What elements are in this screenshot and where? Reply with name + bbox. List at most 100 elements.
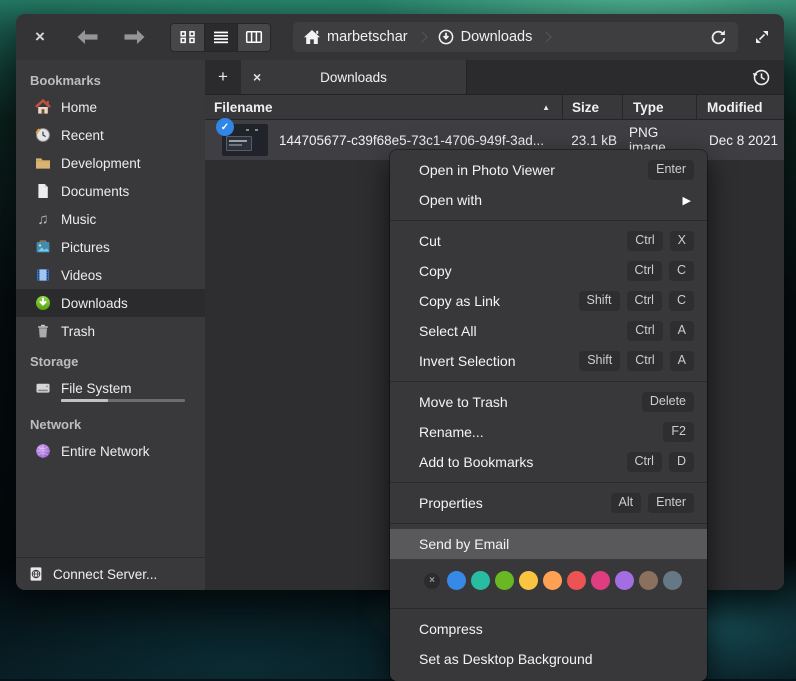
list-header: Filename ▲ Size Type Modified — [205, 95, 784, 120]
color-label-row: × — [390, 559, 707, 603]
sidebar-item-development[interactable]: Development — [16, 149, 205, 177]
network-globe-icon — [35, 443, 51, 459]
sidebar-item-videos[interactable]: Videos — [16, 261, 205, 289]
shortcut-keycap: D — [669, 452, 694, 472]
color-dot-grape[interactable] — [615, 571, 634, 590]
menu-item-open-with[interactable]: Open with ▶ — [390, 185, 707, 215]
view-switcher — [170, 23, 271, 52]
tab-label: Downloads — [269, 70, 454, 85]
sidebar-item-label: Documents — [61, 184, 129, 199]
menu-item-label: Move to Trash — [419, 394, 635, 410]
expand-icon — [754, 29, 770, 45]
new-tab-button[interactable]: + — [205, 60, 241, 94]
sidebar-item-music[interactable]: ♫ Music — [16, 205, 205, 233]
fullscreen-button[interactable] — [754, 29, 770, 45]
refresh-button[interactable] — [710, 29, 727, 46]
tab-bar-spacer — [467, 60, 739, 94]
sidebar-header-storage: Storage — [16, 345, 205, 374]
color-dot-lime[interactable] — [495, 571, 514, 590]
color-none-button[interactable]: × — [424, 573, 440, 589]
menu-item-invert-selection[interactable]: Invert Selection Shift Ctrl A — [390, 346, 707, 376]
color-dot-blueberry[interactable] — [447, 571, 466, 590]
menu-item-copy-as-link[interactable]: Copy as Link Shift Ctrl C — [390, 286, 707, 316]
file-size-cell: 23.1 kB — [562, 133, 622, 148]
sidebar-item-entire-network[interactable]: Entire Network — [16, 437, 205, 465]
menu-item-add-to-bookmarks[interactable]: Add to Bookmarks Ctrl D — [390, 447, 707, 477]
file-modified-cell: Dec 8 2021 — [696, 133, 784, 148]
tab-close-icon[interactable]: × — [253, 69, 269, 85]
grid-view-button[interactable] — [171, 24, 204, 51]
menu-item-label: Properties — [419, 495, 604, 511]
selected-check-badge-icon: ✓ — [216, 118, 234, 136]
menu-item-open-in-photo-viewer[interactable]: Open in Photo Viewer Enter — [390, 155, 707, 185]
sidebar-item-trash[interactable]: Trash — [16, 317, 205, 345]
breadcrumb: marbetschar Downloads — [293, 22, 738, 52]
thumbnail-detail — [226, 136, 252, 151]
shortcut-keycap: Shift — [579, 351, 620, 371]
sidebar-item-label: Development — [61, 156, 141, 171]
history-clock-icon — [752, 68, 771, 87]
tab-downloads[interactable]: × Downloads — [241, 60, 467, 94]
shortcut-keycap: A — [670, 321, 694, 341]
column-header-filename[interactable]: Filename ▲ — [205, 95, 562, 119]
sidebar-item-pictures[interactable]: Pictures — [16, 233, 205, 261]
sidebar-header-bookmarks: Bookmarks — [16, 64, 205, 93]
sidebar-item-label: Music — [61, 212, 96, 227]
sidebar-scroll: Bookmarks Home Recent — [16, 60, 205, 557]
downloads-green-icon — [35, 295, 51, 311]
sidebar-item-label: Home — [61, 100, 97, 115]
menu-item-label: Rename... — [419, 424, 656, 440]
shortcut-keycap: C — [669, 261, 694, 281]
back-arrow-icon — [76, 29, 98, 45]
color-dot-orange[interactable] — [543, 571, 562, 590]
file-thumbnail: ✓ — [222, 124, 268, 156]
menu-item-label: Compress — [419, 621, 694, 637]
connect-server-button[interactable]: Connect Server... — [16, 557, 205, 590]
back-button[interactable] — [76, 29, 98, 45]
disk-usage-fill — [61, 399, 108, 402]
sidebar-item-downloads[interactable]: Downloads — [16, 289, 205, 317]
breadcrumb-home[interactable]: marbetschar — [304, 29, 408, 45]
color-dot-slate[interactable] — [663, 571, 682, 590]
menu-item-set-desktop-background[interactable]: Set as Desktop Background — [390, 644, 707, 674]
menu-item-cut[interactable]: Cut Ctrl X — [390, 226, 707, 256]
menu-item-select-all[interactable]: Select All Ctrl A — [390, 316, 707, 346]
disk-usage-bar — [16, 399, 205, 408]
history-button[interactable] — [739, 60, 784, 94]
color-dot-bubblegum[interactable] — [591, 571, 610, 590]
menu-separator — [390, 482, 707, 483]
sidebar-header-network: Network — [16, 408, 205, 437]
shortcut-keycap: A — [670, 351, 694, 371]
column-header-modified[interactable]: Modified — [696, 95, 784, 119]
menu-item-send-by-email[interactable]: Send by Email — [390, 529, 707, 559]
menu-item-properties[interactable]: Properties Alt Enter — [390, 488, 707, 518]
list-view-button[interactable] — [204, 24, 237, 51]
menu-item-rename[interactable]: Rename... F2 — [390, 417, 707, 447]
sidebar-item-documents[interactable]: Documents — [16, 177, 205, 205]
menu-separator — [390, 523, 707, 524]
videos-icon — [35, 267, 51, 283]
breadcrumb-downloads[interactable]: Downloads — [438, 29, 533, 45]
column-view-button[interactable] — [237, 24, 270, 51]
column-header-size[interactable]: Size — [562, 95, 622, 119]
color-dot-cocoa[interactable] — [639, 571, 658, 590]
column-header-type[interactable]: Type — [622, 95, 696, 119]
window-close-button[interactable]: × — [30, 27, 50, 47]
menu-item-copy[interactable]: Copy Ctrl C — [390, 256, 707, 286]
color-dot-mint[interactable] — [471, 571, 490, 590]
sidebar-item-home[interactable]: Home — [16, 93, 205, 121]
sidebar-item-recent[interactable]: Recent — [16, 121, 205, 149]
menu-separator — [390, 381, 707, 382]
shortcut-keycap: F2 — [663, 422, 694, 442]
color-dot-banana[interactable] — [519, 571, 538, 590]
forward-button[interactable] — [124, 29, 146, 45]
refresh-icon — [710, 29, 727, 46]
color-dot-strawberry[interactable] — [567, 571, 586, 590]
menu-item-move-to-trash[interactable]: Move to Trash Delete — [390, 387, 707, 417]
downloads-circle-icon — [438, 29, 454, 45]
sidebar-item-label: Trash — [61, 324, 95, 339]
sidebar-item-file-system[interactable]: File System — [16, 374, 205, 402]
shortcut-keycap: Shift — [579, 291, 620, 311]
menu-item-compress[interactable]: Compress — [390, 614, 707, 644]
list-view-icon — [212, 30, 230, 44]
